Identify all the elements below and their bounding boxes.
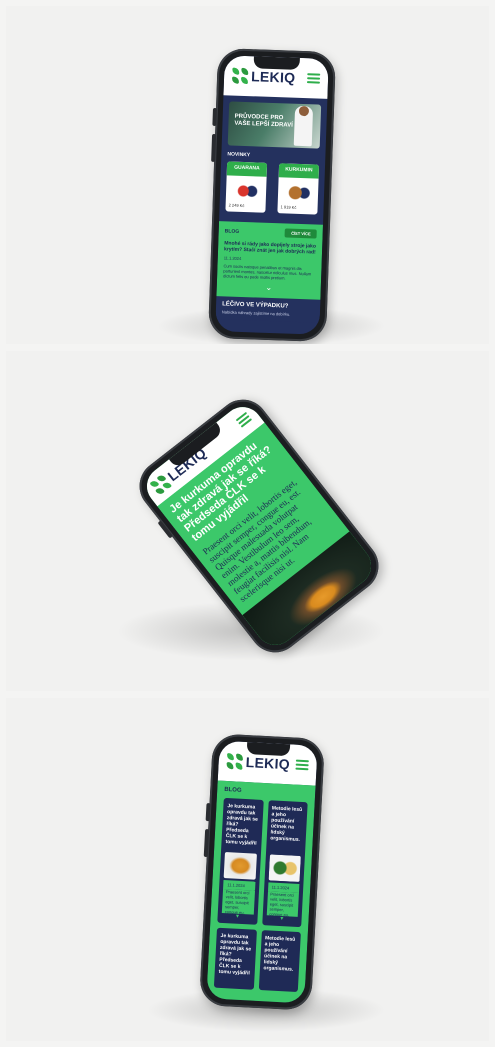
blog-card-title: Metodie lesů a jeho používání účinek na … xyxy=(263,935,296,973)
logo-text: LEKIQ xyxy=(250,68,296,86)
hero-banner[interactable]: PRŮVODCE PRO VAŠE LEPŠÍ ZDRAVÍ xyxy=(227,101,322,149)
side-button xyxy=(212,107,218,127)
product-card[interactable]: KURKUMIN 1 919 Kč xyxy=(277,163,320,215)
blog-card-image xyxy=(268,854,301,882)
side-button xyxy=(203,828,210,858)
hero-title: PRŮVODCE PRO VAŠE LEPŠÍ ZDRAVÍ xyxy=(234,113,293,129)
mockup-panel-1: LEKIQ PRŮVODCE PRO VAŠE LEPŠÍ ZDRAVÍ NOV… xyxy=(6,6,489,344)
logo-text: LEKIQ xyxy=(245,754,291,773)
phone-home: LEKIQ PRŮVODCE PRO VAŠE LEPŠÍ ZDRAVÍ NOV… xyxy=(207,48,337,342)
blog-card-excerpt: Praesent orci velit, lobortis eget, susc… xyxy=(221,888,255,919)
side-button xyxy=(205,803,211,822)
menu-icon[interactable] xyxy=(306,73,321,84)
blog-label: BLOG xyxy=(224,227,240,235)
blog-card[interactable]: Je kurkuma opravdu tak zdravá jak se řík… xyxy=(213,927,257,990)
shortage-text: Nabídka náhrady zajistíme na dobírku. xyxy=(221,309,291,317)
clover-logo-icon xyxy=(226,753,244,770)
product-name: KURKUMIN xyxy=(278,163,320,179)
chevron-down-icon[interactable]: ⌄ xyxy=(223,282,315,293)
blog-label: BLOG xyxy=(224,786,242,794)
blog-card-image xyxy=(223,852,257,880)
read-more-button[interactable]: ČÍST VÍCE xyxy=(284,228,317,239)
phone-notch xyxy=(253,56,300,70)
product-name: GUARANA xyxy=(226,161,268,177)
phone-notch xyxy=(246,742,291,757)
phone-screen: LEKIQ BLOG Je kurkuma opravdu tak zdravá… xyxy=(206,740,318,1004)
phone-screen: LEKIQ PRŮVODCE PRO VAŠE LEPŠÍ ZDRAVÍ NOV… xyxy=(215,55,329,335)
product-card[interactable]: GUARANA 2 249 Kč xyxy=(225,161,268,213)
blog-card[interactable]: Metodie lesů a jeho používání účinek na … xyxy=(261,800,308,928)
blog-card-excerpt: Praesent orci velit, lobortis eget, susc… xyxy=(266,891,299,922)
blog-grid: Je kurkuma opravdu tak zdravá jak se řík… xyxy=(213,797,308,993)
blog-post-excerpt: Cum sociis natoque penatibus et magnis d… xyxy=(223,263,312,281)
blog-card[interactable]: Je kurkuma opravdu tak zdravá jak se řík… xyxy=(217,797,264,925)
product-image xyxy=(283,181,313,205)
logo[interactable]: LEKIQ xyxy=(226,753,290,772)
mockup-panel-2: LEKIQ Je kurkuma opravdu tak zdravá jak … xyxy=(6,351,489,691)
chevron-down-icon[interactable]: ▾ xyxy=(236,913,239,920)
blog-card-title: Metodie lesů a jeho používání účinek na … xyxy=(270,805,303,843)
blog-card-title: Je kurkuma opravdu tak zdravá jak se řík… xyxy=(225,803,259,847)
clover-logo-icon xyxy=(231,67,249,85)
blog-post-date: 11.1.2024 xyxy=(223,255,242,261)
mockup-panel-3: LEKIQ BLOG Je kurkuma opravdu tak zdravá… xyxy=(6,698,489,1041)
product-image xyxy=(231,179,261,203)
menu-icon[interactable] xyxy=(235,411,253,428)
menu-icon[interactable] xyxy=(295,759,309,771)
chevron-down-icon[interactable]: ▾ xyxy=(280,915,283,922)
logo[interactable]: LEKIQ xyxy=(231,67,296,86)
blog-card[interactable]: Metodie lesů a jeho používání účinek na … xyxy=(258,930,301,993)
shortage-section: LÉČIVO VE VÝPADKU? Nabídka náhrady zajis… xyxy=(215,296,321,323)
product-price: 2 249 Kč xyxy=(228,202,245,209)
blog-card-title: Je kurkuma opravdu tak zdravá jak se řík… xyxy=(218,932,252,977)
phone-blog: LEKIQ BLOG Je kurkuma opravdu tak zdravá… xyxy=(198,733,326,1011)
product-price: 1 919 Kč xyxy=(280,204,297,210)
blog-section: BLOG ČÍST VÍCE Mnohé si rády jako dopíje… xyxy=(216,221,323,300)
side-button xyxy=(211,133,217,162)
blog-post-title[interactable]: Mnohé si rády jako dopíjely stroje jako … xyxy=(224,240,316,255)
blog-listing: BLOG Je kurkuma opravdu tak zdravá jak s… xyxy=(206,780,316,1004)
product-list: GUARANA 2 249 Kč KURKUMIN 1 919 Kč xyxy=(219,157,325,219)
